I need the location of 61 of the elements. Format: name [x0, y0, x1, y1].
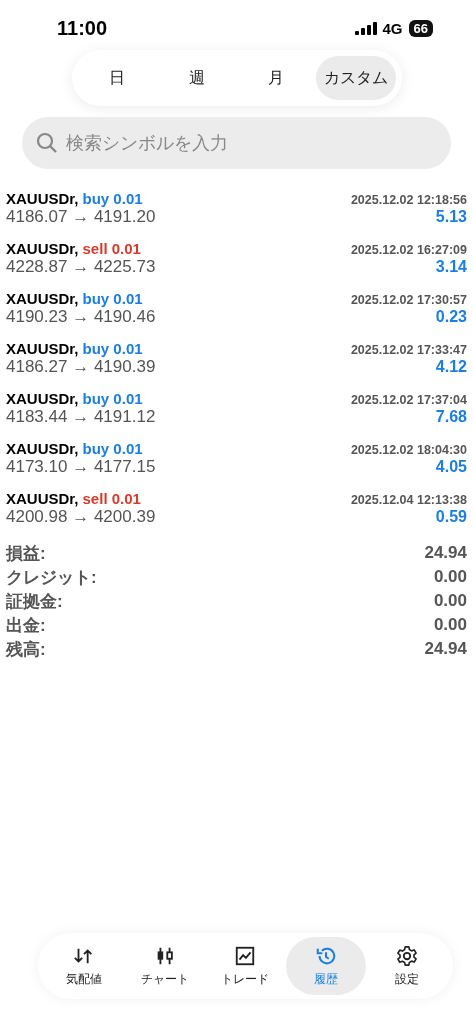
price-range: 4228.87 → 4225.73 [6, 256, 156, 277]
status-time: 11:00 [57, 16, 109, 40]
line-chart-icon [234, 944, 257, 967]
order-label: sell 0.01 [82, 239, 141, 257]
network-label: 4G [382, 19, 403, 37]
symbol-label: XAUUSDr, [6, 389, 79, 407]
battery-level: 66 [408, 19, 433, 37]
nav-tab[interactable]: 履歴 [285, 937, 367, 995]
summary-label: 証拠金: [6, 590, 63, 613]
trade-time: 2025.12.02 17:33:47 [350, 342, 467, 357]
price-range: 4186.27 → 4190.39 [6, 356, 156, 377]
order-label: buy 0.01 [82, 189, 143, 207]
price-range: 4186.07 → 4191.20 [6, 206, 156, 227]
price-range: 4200.98 → 4200.39 [6, 506, 156, 527]
trade-time: 2025.12.02 12:18:56 [350, 192, 467, 207]
profit-value: 7.68 [435, 407, 467, 426]
trade-time: 2025.12.02 17:37:04 [350, 392, 467, 407]
symbol-label: XAUUSDr, [6, 239, 79, 257]
order-label: buy 0.01 [82, 389, 143, 407]
summary-value: 0.00 [433, 615, 467, 635]
nav-tab[interactable]: チャート [124, 937, 206, 995]
price-range: 4173.10 → 4177.15 [6, 456, 156, 477]
nav-tab[interactable]: 設定 [366, 937, 447, 995]
summary-label: 残高: [6, 638, 46, 661]
period-tab[interactable]: 週 [157, 56, 237, 100]
period-tab[interactable]: 月 [236, 56, 316, 100]
profit-value: 0.59 [435, 507, 467, 526]
nav-tab[interactable]: トレード [205, 937, 286, 995]
symbol-label: XAUUSDr, [6, 489, 79, 507]
summary-label: 損益: [6, 542, 46, 565]
profit-value: 3.14 [435, 257, 467, 276]
symbol-label: XAUUSDr, [6, 439, 79, 457]
summary-value: 0.00 [433, 567, 467, 587]
symbol-label: XAUUSDr, [6, 289, 79, 307]
symbol-label: XAUUSDr, [6, 189, 79, 207]
profit-value: 0.23 [435, 307, 467, 326]
trade-time: 2025.12.02 16:27:09 [350, 242, 467, 257]
period-tab[interactable]: 日 [77, 56, 157, 100]
order-label: buy 0.01 [82, 339, 143, 357]
settings-icon [395, 944, 418, 967]
order-label: buy 0.01 [82, 289, 143, 307]
signal-icon [354, 21, 377, 35]
trade-time: 2025.12.02 17:30:57 [350, 292, 467, 307]
trade-time: 2025.12.04 12:13:38 [350, 492, 467, 507]
search-field[interactable]: 検索シンボルを入力 [22, 117, 451, 169]
order-label: buy 0.01 [82, 439, 143, 457]
summary-value: 24.94 [424, 543, 467, 563]
summary-label: クレジット: [6, 566, 97, 589]
price-range: 4183.44 → 4191.12 [6, 406, 156, 427]
summary-value: 0.00 [433, 591, 467, 611]
order-label: sell 0.01 [82, 489, 141, 507]
nav-tab[interactable]: 気配値 [44, 937, 125, 995]
period-tab[interactable]: カスタム [316, 56, 396, 100]
summary-label: 出金: [6, 614, 46, 637]
trade-time: 2025.12.02 18:04:30 [350, 442, 467, 457]
price-range: 4190.23 → 4190.46 [6, 306, 156, 327]
summary-value: 24.94 [424, 639, 467, 659]
profit-value: 4.05 [435, 457, 467, 476]
profit-value: 4.12 [435, 357, 467, 376]
profit-value: 5.13 [435, 207, 467, 226]
symbol-label: XAUUSDr, [6, 339, 79, 357]
